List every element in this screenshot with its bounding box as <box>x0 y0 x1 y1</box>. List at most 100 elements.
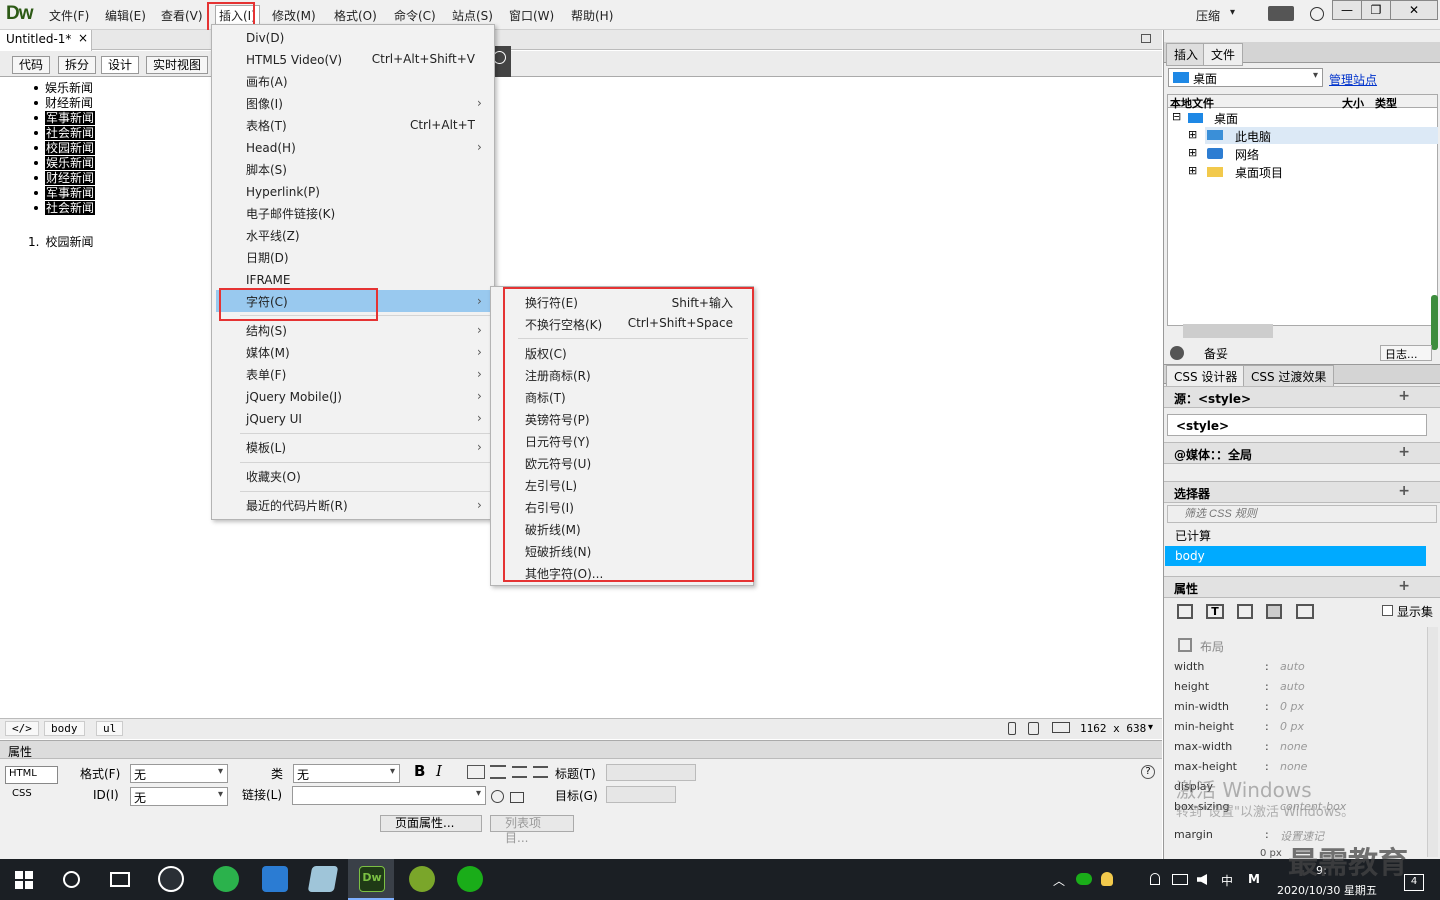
add-property-icon[interactable]: + <box>1398 578 1410 594</box>
menu-item-jquery-ui[interactable]: jQuery UI <box>246 411 302 427</box>
css-value-max-height[interactable]: none <box>1280 760 1307 773</box>
target-select[interactable] <box>606 786 676 803</box>
tray-expand-icon[interactable]: ︿ <box>1053 872 1065 889</box>
margin-top-value[interactable]: 0 px <box>1260 848 1282 859</box>
html-mode-button[interactable]: HTML <box>5 766 58 784</box>
class-select[interactable]: 无 ▾ <box>293 764 400 783</box>
sources-section[interactable]: 源：<style> + <box>1164 386 1440 408</box>
browse-folder-icon[interactable] <box>510 792 524 803</box>
media-section[interactable]: @媒体：：全局 + <box>1164 442 1440 464</box>
app-icon-green[interactable] <box>409 866 435 892</box>
windows-start-icon[interactable] <box>15 871 33 889</box>
close-button[interactable]: ✕ <box>1390 0 1438 20</box>
clock-date[interactable]: 2020/10/30 星期五 <box>1277 882 1377 898</box>
tag-selector-body[interactable]: body <box>44 721 85 736</box>
wechat-icon[interactable] <box>457 866 483 892</box>
more-category-icon[interactable] <box>1296 604 1314 619</box>
menu-item-structure[interactable]: 结构(S) <box>246 323 287 339</box>
tab-css-transitions[interactable]: CSS 过渡效果 <box>1243 365 1335 388</box>
menu-item-script[interactable]: 脚本(S) <box>246 162 287 178</box>
italic-button[interactable]: I <box>436 762 442 780</box>
restore-button[interactable]: ❐ <box>1361 0 1391 20</box>
menu-site[interactable]: 站点(S) <box>452 7 493 24</box>
menu-item-favorites[interactable]: 收藏夹(O) <box>246 469 301 485</box>
link-input[interactable]: ▾ <box>292 786 486 805</box>
tag-selector-ul[interactable]: ul <box>96 721 124 736</box>
background-category-icon[interactable] <box>1266 604 1282 619</box>
selectors-section[interactable]: 选择器 + <box>1164 481 1440 503</box>
point-to-file-icon[interactable] <box>491 790 504 803</box>
tree-item-network[interactable]: 网络 <box>1235 146 1259 163</box>
list-item[interactable]: 军事新闻 <box>28 111 96 126</box>
tree-expander-icon[interactable]: ⊞ <box>1188 146 1197 159</box>
menu-help[interactable]: 帮助(H) <box>571 7 613 24</box>
word-icon[interactable] <box>262 866 288 892</box>
menu-item-email-link[interactable]: 电子邮件链接(K) <box>246 206 335 222</box>
compress-arrow-icon[interactable]: ▾ <box>1230 7 1235 18</box>
tray-wechat-icon[interactable] <box>1076 873 1092 885</box>
css-value-min-height[interactable]: 0 px <box>1280 720 1304 733</box>
desktop-size-icon[interactable] <box>1052 722 1070 733</box>
menu-item-canvas[interactable]: 画布(A) <box>246 74 288 90</box>
task-view-icon[interactable] <box>110 872 130 887</box>
app-icon-1[interactable] <box>158 866 184 892</box>
id-select[interactable]: 无 ▾ <box>130 787 228 806</box>
restore-doc-icon[interactable] <box>1141 34 1151 43</box>
tab-files[interactable]: 文件 <box>1203 43 1244 66</box>
tree-expander-icon[interactable]: ⊞ <box>1188 164 1197 177</box>
tree-item-desktop-project[interactable]: 桌面项目 <box>1235 164 1283 181</box>
code-toggle-button[interactable]: </> <box>5 721 39 736</box>
tray-qq-icon[interactable] <box>1101 872 1113 886</box>
log-button[interactable]: 日志... <box>1380 345 1432 361</box>
text-category-icon[interactable]: T <box>1206 604 1224 619</box>
properties-scrollbar[interactable] <box>1427 627 1438 857</box>
unordered-list-icon[interactable] <box>467 765 485 779</box>
vertical-scrollbar[interactable] <box>1431 295 1438 350</box>
menu-modify[interactable]: 修改(M) <box>272 7 316 24</box>
mobile-size-icon[interactable] <box>1008 722 1016 735</box>
compress-dropdown[interactable]: 压缩 <box>1196 7 1220 24</box>
ime-mode-indicator[interactable]: M <box>1248 872 1260 886</box>
menu-commands[interactable]: 命令(C) <box>394 7 436 24</box>
css-value-max-width[interactable]: none <box>1280 740 1307 753</box>
code-view-button[interactable]: 代码 <box>12 56 51 74</box>
list-item[interactable]: 娱乐新闻 <box>28 81 93 96</box>
border-category-icon[interactable] <box>1237 604 1253 619</box>
list-item-button[interactable]: 列表项目... <box>490 815 574 845</box>
split-view-button[interactable]: 拆分 <box>58 56 97 74</box>
tree-expander-icon[interactable]: ⊟ <box>1172 110 1181 123</box>
menu-item-template[interactable]: 模板(L) <box>246 440 286 456</box>
indent-icon[interactable] <box>533 766 548 778</box>
bold-button[interactable]: B <box>414 762 425 780</box>
window-size-readout[interactable]: 1162 x 638 <box>1080 722 1146 735</box>
css-mode-button[interactable]: CSS <box>12 788 32 799</box>
close-tab-icon[interactable]: × <box>78 31 88 45</box>
title-input[interactable] <box>606 764 696 781</box>
list-item[interactable]: 校园新闻 <box>28 141 96 156</box>
tablet-size-icon[interactable] <box>1028 722 1039 735</box>
tab-css-designer[interactable]: CSS 设计器 <box>1166 365 1246 388</box>
format-select[interactable]: 无 ▾ <box>130 764 228 783</box>
search-icon[interactable] <box>63 871 80 888</box>
list-item[interactable]: 社会新闻 <box>28 201 96 216</box>
document-tab[interactable]: Untitled-1* × <box>0 30 92 51</box>
ime-indicator[interactable]: 中 <box>1221 872 1233 889</box>
menu-item-table[interactable]: 表格(T) <box>246 118 287 134</box>
properties-section[interactable]: 属性 + <box>1164 576 1440 598</box>
css-value-min-width[interactable]: 0 px <box>1280 700 1304 713</box>
network-tray-icon[interactable] <box>1172 874 1188 885</box>
layout-category-icon[interactable] <box>1177 604 1193 619</box>
menu-file[interactable]: 文件(F) <box>49 7 89 24</box>
show-set-checkbox[interactable] <box>1382 605 1393 616</box>
menu-item-form[interactable]: 表单(F) <box>246 367 286 383</box>
menu-item-media[interactable]: 媒体(M) <box>246 345 290 361</box>
list-item[interactable]: 社会新闻 <box>28 126 96 141</box>
add-source-icon[interactable]: + <box>1398 388 1410 404</box>
menu-item-head[interactable]: Head(H) <box>246 140 296 156</box>
info-icon[interactable] <box>1310 7 1324 21</box>
source-item[interactable]: <style> <box>1167 414 1427 436</box>
menu-item-div[interactable]: Div(D) <box>246 30 284 46</box>
col-size[interactable]: 大小 <box>1342 95 1364 111</box>
ordered-list-item[interactable]: 1. 校园新闻 <box>28 235 93 250</box>
menu-edit[interactable]: 编辑(E) <box>105 7 146 24</box>
